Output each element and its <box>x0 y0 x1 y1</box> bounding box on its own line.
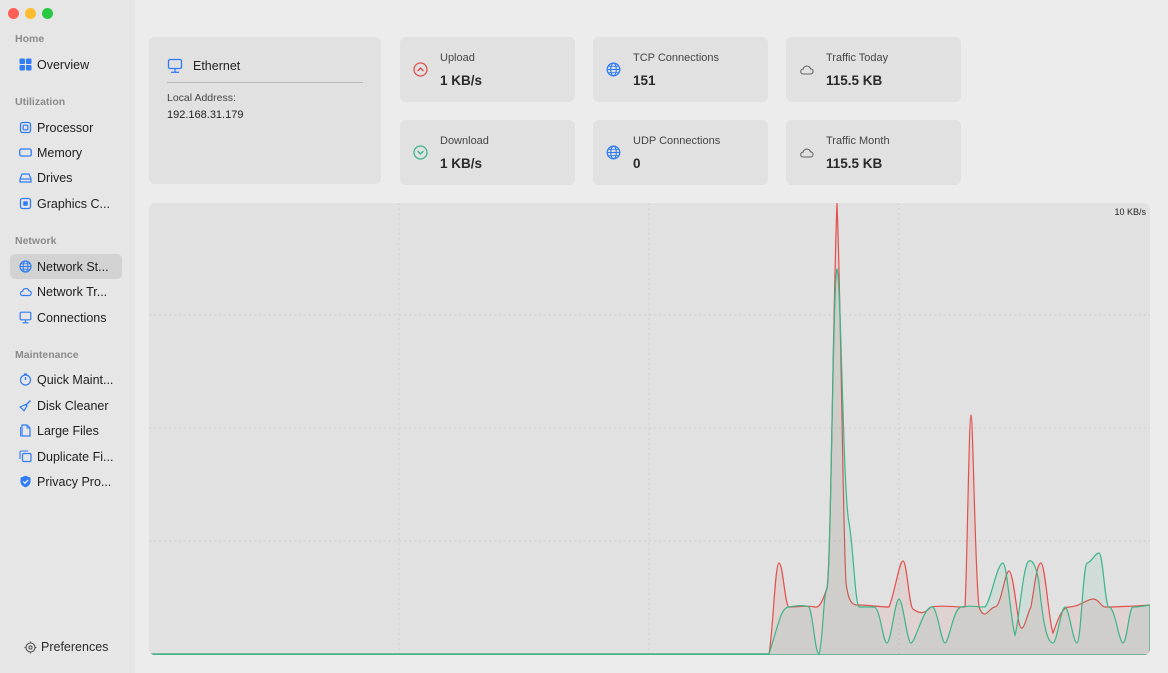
sidebar-item-processor[interactable]: Processor <box>10 115 122 140</box>
tcp-connections-card: TCP Connections 151 <box>593 37 768 102</box>
sidebar: Home Overview Utilization Processor Memo… <box>0 0 135 673</box>
sidebar-item-label: Privacy Pro... <box>37 474 112 489</box>
drive-icon <box>19 171 32 184</box>
sidebar-item-disk-cleaner[interactable]: Disk Cleaner <box>10 393 122 418</box>
sidebar-item-label: Processor <box>37 120 94 135</box>
monitor-icon <box>167 58 183 74</box>
local-address-value: 192.168.31.179 <box>167 109 244 121</box>
grid-icon <box>19 58 32 71</box>
sidebar-item-label: Drives <box>37 170 73 185</box>
sidebar-item-large-files[interactable]: Large Files <box>10 418 122 443</box>
section-title-network: Network <box>15 235 57 247</box>
sidebar-item-label: Connections <box>37 310 107 325</box>
download-value: 1 KB/s <box>440 156 483 171</box>
udp-connections-label: UDP Connections <box>633 135 721 147</box>
sidebar-item-network-stats[interactable]: Network St... <box>10 254 122 279</box>
sidebar-item-label: Memory <box>37 145 83 160</box>
cpu-icon <box>19 121 32 134</box>
udp-connections-value: 0 <box>633 156 641 171</box>
globe-icon <box>19 260 32 273</box>
sidebar-item-label: Graphics C... <box>37 196 110 211</box>
ethernet-header: Ethernet <box>167 55 363 83</box>
sidebar-item-connections[interactable]: Connections <box>10 305 122 330</box>
cloud-icon <box>19 285 32 298</box>
gpu-icon <box>19 197 32 210</box>
udp-connections-card: UDP Connections 0 <box>593 120 768 185</box>
memory-icon <box>19 146 32 159</box>
section-title-maintenance: Maintenance <box>15 349 79 361</box>
files-icon <box>19 424 32 437</box>
minimize-window-button[interactable] <box>25 8 36 19</box>
traffic-month-value: 115.5 KB <box>826 156 883 171</box>
ethernet-title: Ethernet <box>193 58 241 73</box>
section-title-utilization: Utilization <box>15 96 66 108</box>
network-traffic-chart: 10 KB/s <box>149 203 1150 655</box>
local-address-label: Local Address: <box>167 92 236 104</box>
traffic-month-card: Traffic Month 115.5 KB <box>786 120 961 185</box>
sidebar-item-label: Overview <box>37 57 90 72</box>
download-arrow-icon <box>413 145 428 160</box>
sidebar-item-overview[interactable]: Overview <box>10 52 122 77</box>
sidebar-item-privacy-protection[interactable]: Privacy Pro... <box>10 469 122 494</box>
sidebar-item-drives[interactable]: Drives <box>10 165 122 190</box>
duplicate-icon <box>19 450 32 463</box>
download-label: Download <box>440 135 489 147</box>
sidebar-item-label: Duplicate Fi... <box>37 449 114 464</box>
chart-max-label: 10 KB/s <box>1114 207 1146 217</box>
sidebar-item-label: Disk Cleaner <box>37 398 109 413</box>
preferences-label: Preferences <box>41 640 109 654</box>
upload-card: Upload 1 KB/s <box>400 37 575 102</box>
window-controls <box>8 8 53 19</box>
sidebar-item-graphics[interactable]: Graphics C... <box>10 191 122 216</box>
app-window: Home Overview Utilization Processor Memo… <box>0 0 1168 673</box>
monitor-icon <box>19 311 32 324</box>
sidebar-item-network-traffic[interactable]: Network Tr... <box>10 279 122 304</box>
sidebar-item-quick-maintenance[interactable]: Quick Maint... <box>10 367 122 392</box>
download-card: Download 1 KB/s <box>400 120 575 185</box>
globe-icon <box>606 62 621 77</box>
cloud-icon <box>799 62 814 77</box>
upload-arrow-icon <box>413 62 428 77</box>
sidebar-item-memory[interactable]: Memory <box>10 140 122 165</box>
upload-value: 1 KB/s <box>440 73 483 88</box>
traffic-today-value: 115.5 KB <box>826 73 883 88</box>
sidebar-item-label: Network Tr... <box>37 284 108 299</box>
gear-icon <box>24 641 37 654</box>
tcp-connections-value: 151 <box>633 73 656 88</box>
sidebar-item-duplicate-files[interactable]: Duplicate Fi... <box>10 444 122 469</box>
preferences-button[interactable]: Preferences <box>24 640 108 654</box>
globe-icon <box>606 145 621 160</box>
traffic-month-label: Traffic Month <box>826 135 890 147</box>
broom-icon <box>19 399 32 412</box>
upload-label: Upload <box>440 52 475 64</box>
sidebar-item-label: Large Files <box>37 423 99 438</box>
cloud-icon <box>799 145 814 160</box>
traffic-today-label: Traffic Today <box>826 52 889 64</box>
ethernet-card: Ethernet Local Address: 192.168.31.179 <box>149 37 381 184</box>
sidebar-item-label: Quick Maint... <box>37 372 114 387</box>
traffic-today-card: Traffic Today 115.5 KB <box>786 37 961 102</box>
shield-icon <box>19 475 32 488</box>
section-title-home: Home <box>15 33 45 45</box>
tcp-connections-label: TCP Connections <box>633 52 720 64</box>
timer-icon <box>19 373 32 386</box>
download-series-area <box>149 268 1150 655</box>
sidebar-item-label: Network St... <box>37 259 109 274</box>
chart-canvas <box>149 203 1150 655</box>
zoom-window-button[interactable] <box>42 8 53 19</box>
close-window-button[interactable] <box>8 8 19 19</box>
